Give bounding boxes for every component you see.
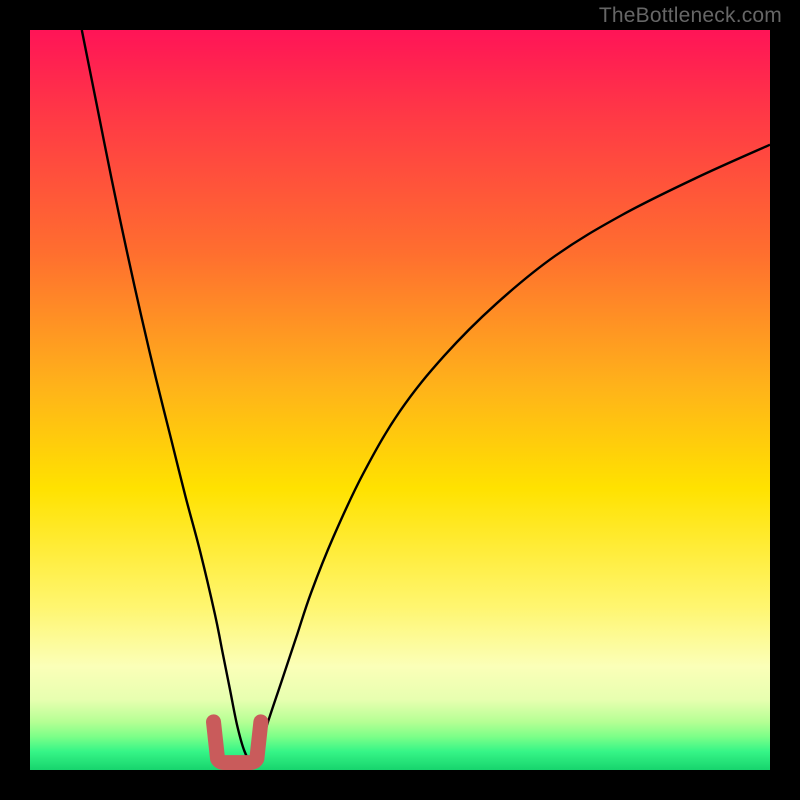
attribution-label: TheBottleneck.com [599,4,782,28]
bottleneck-chart [30,30,770,770]
chart-plot-area [30,30,770,770]
gradient-background [30,30,770,770]
outer-frame: TheBottleneck.com [0,0,800,800]
